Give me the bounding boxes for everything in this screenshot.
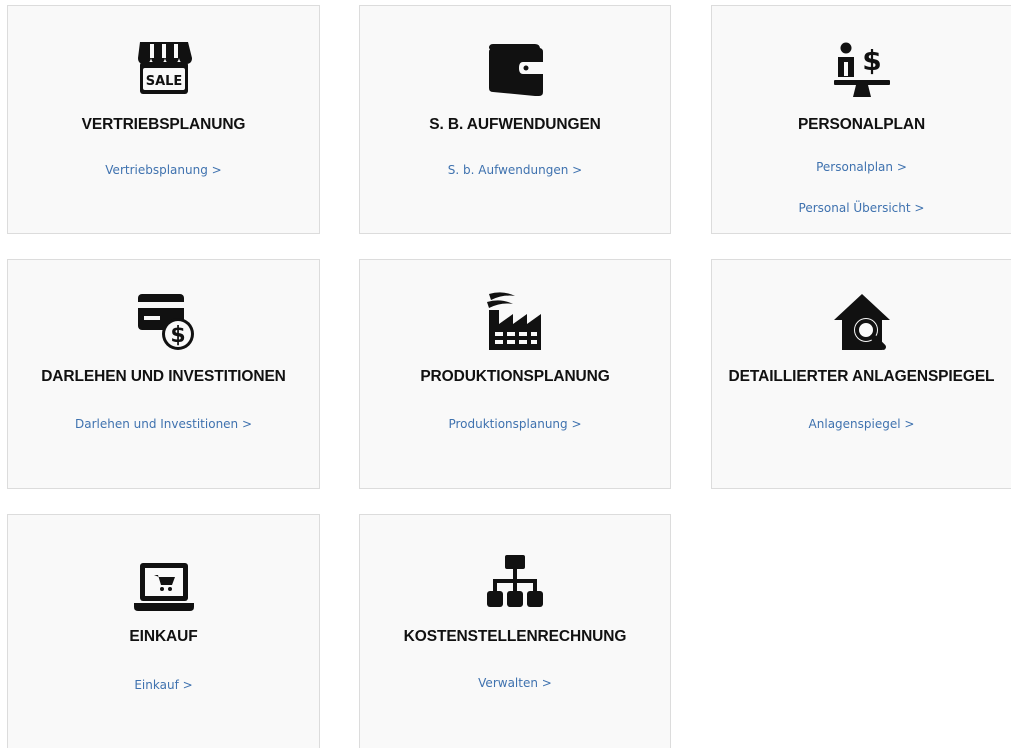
card-title: KOSTENSTELLENRECHNUNG [403, 628, 627, 645]
factory-icon [360, 288, 670, 352]
sale-store-icon: SALE [8, 38, 319, 102]
card-kostenstellenrechnung: KOSTENSTELLENRECHNUNG Verwalten > [359, 514, 671, 748]
module-grid: SALE VERTRIEBSPLANUNG Vertriebsplanung > [0, 0, 1011, 748]
card-title: VERTRIEBSPLANUNG [81, 116, 246, 133]
org-chart-icon [360, 553, 670, 617]
person-salary-balance-icon: $ [712, 38, 1011, 102]
card-title: DARLEHEN UND INVESTITIONEN [41, 368, 286, 385]
credit-card-dollar-icon: $ [8, 290, 319, 354]
card-personalplan: $ PERSONALPLAN Personalplan > Personal Ü… [711, 5, 1011, 234]
card-title: S. B. AUFWENDUNGEN [429, 116, 601, 133]
house-search-icon [712, 290, 1011, 354]
card-vertriebsplanung: SALE VERTRIEBSPLANUNG Vertriebsplanung > [7, 5, 320, 234]
card-darlehen-investitionen: $ DARLEHEN UND INVESTITIONEN Darlehen un… [7, 259, 320, 489]
svg-text:$: $ [170, 323, 185, 348]
sb-aufwendungen-link[interactable]: S. b. Aufwendungen > [360, 163, 670, 177]
svg-text:$: $ [862, 44, 881, 77]
card-sb-aufwendungen: S. B. AUFWENDUNGEN S. b. Aufwendungen > [359, 5, 671, 234]
card-title: PRODUKTIONSPLANUNG [420, 368, 610, 385]
card-title: EINKAUF [129, 628, 198, 645]
card-einkauf: EINKAUF Einkauf > [7, 514, 320, 748]
vertriebsplanung-link[interactable]: Vertriebsplanung > [8, 163, 319, 177]
card-produktionsplanung: PRODUKTIONSPLANUNG Produktionsplanung > [359, 259, 671, 489]
anlagenspiegel-link[interactable]: Anlagenspiegel > [712, 417, 1011, 431]
laptop-cart-icon [8, 555, 319, 619]
wallet-icon [360, 38, 670, 102]
einkauf-link[interactable]: Einkauf > [8, 678, 319, 692]
svg-text:SALE: SALE [145, 74, 182, 89]
card-title: PERSONALPLAN [797, 116, 926, 133]
card-detaillierter-anlagenspiegel: DETAILLIERTER ANLAGENSPIEGEL Anlagenspie… [711, 259, 1011, 489]
personalplan-link[interactable]: Personalplan > [712, 160, 1011, 174]
verwalten-link[interactable]: Verwalten > [360, 676, 670, 690]
personal-uebersicht-link[interactable]: Personal Übersicht > [712, 201, 1011, 215]
card-title: DETAILLIERTER ANLAGENSPIEGEL [728, 368, 995, 385]
darlehen-investitionen-link[interactable]: Darlehen und Investitionen > [8, 417, 319, 431]
produktionsplanung-link[interactable]: Produktionsplanung > [360, 417, 670, 431]
